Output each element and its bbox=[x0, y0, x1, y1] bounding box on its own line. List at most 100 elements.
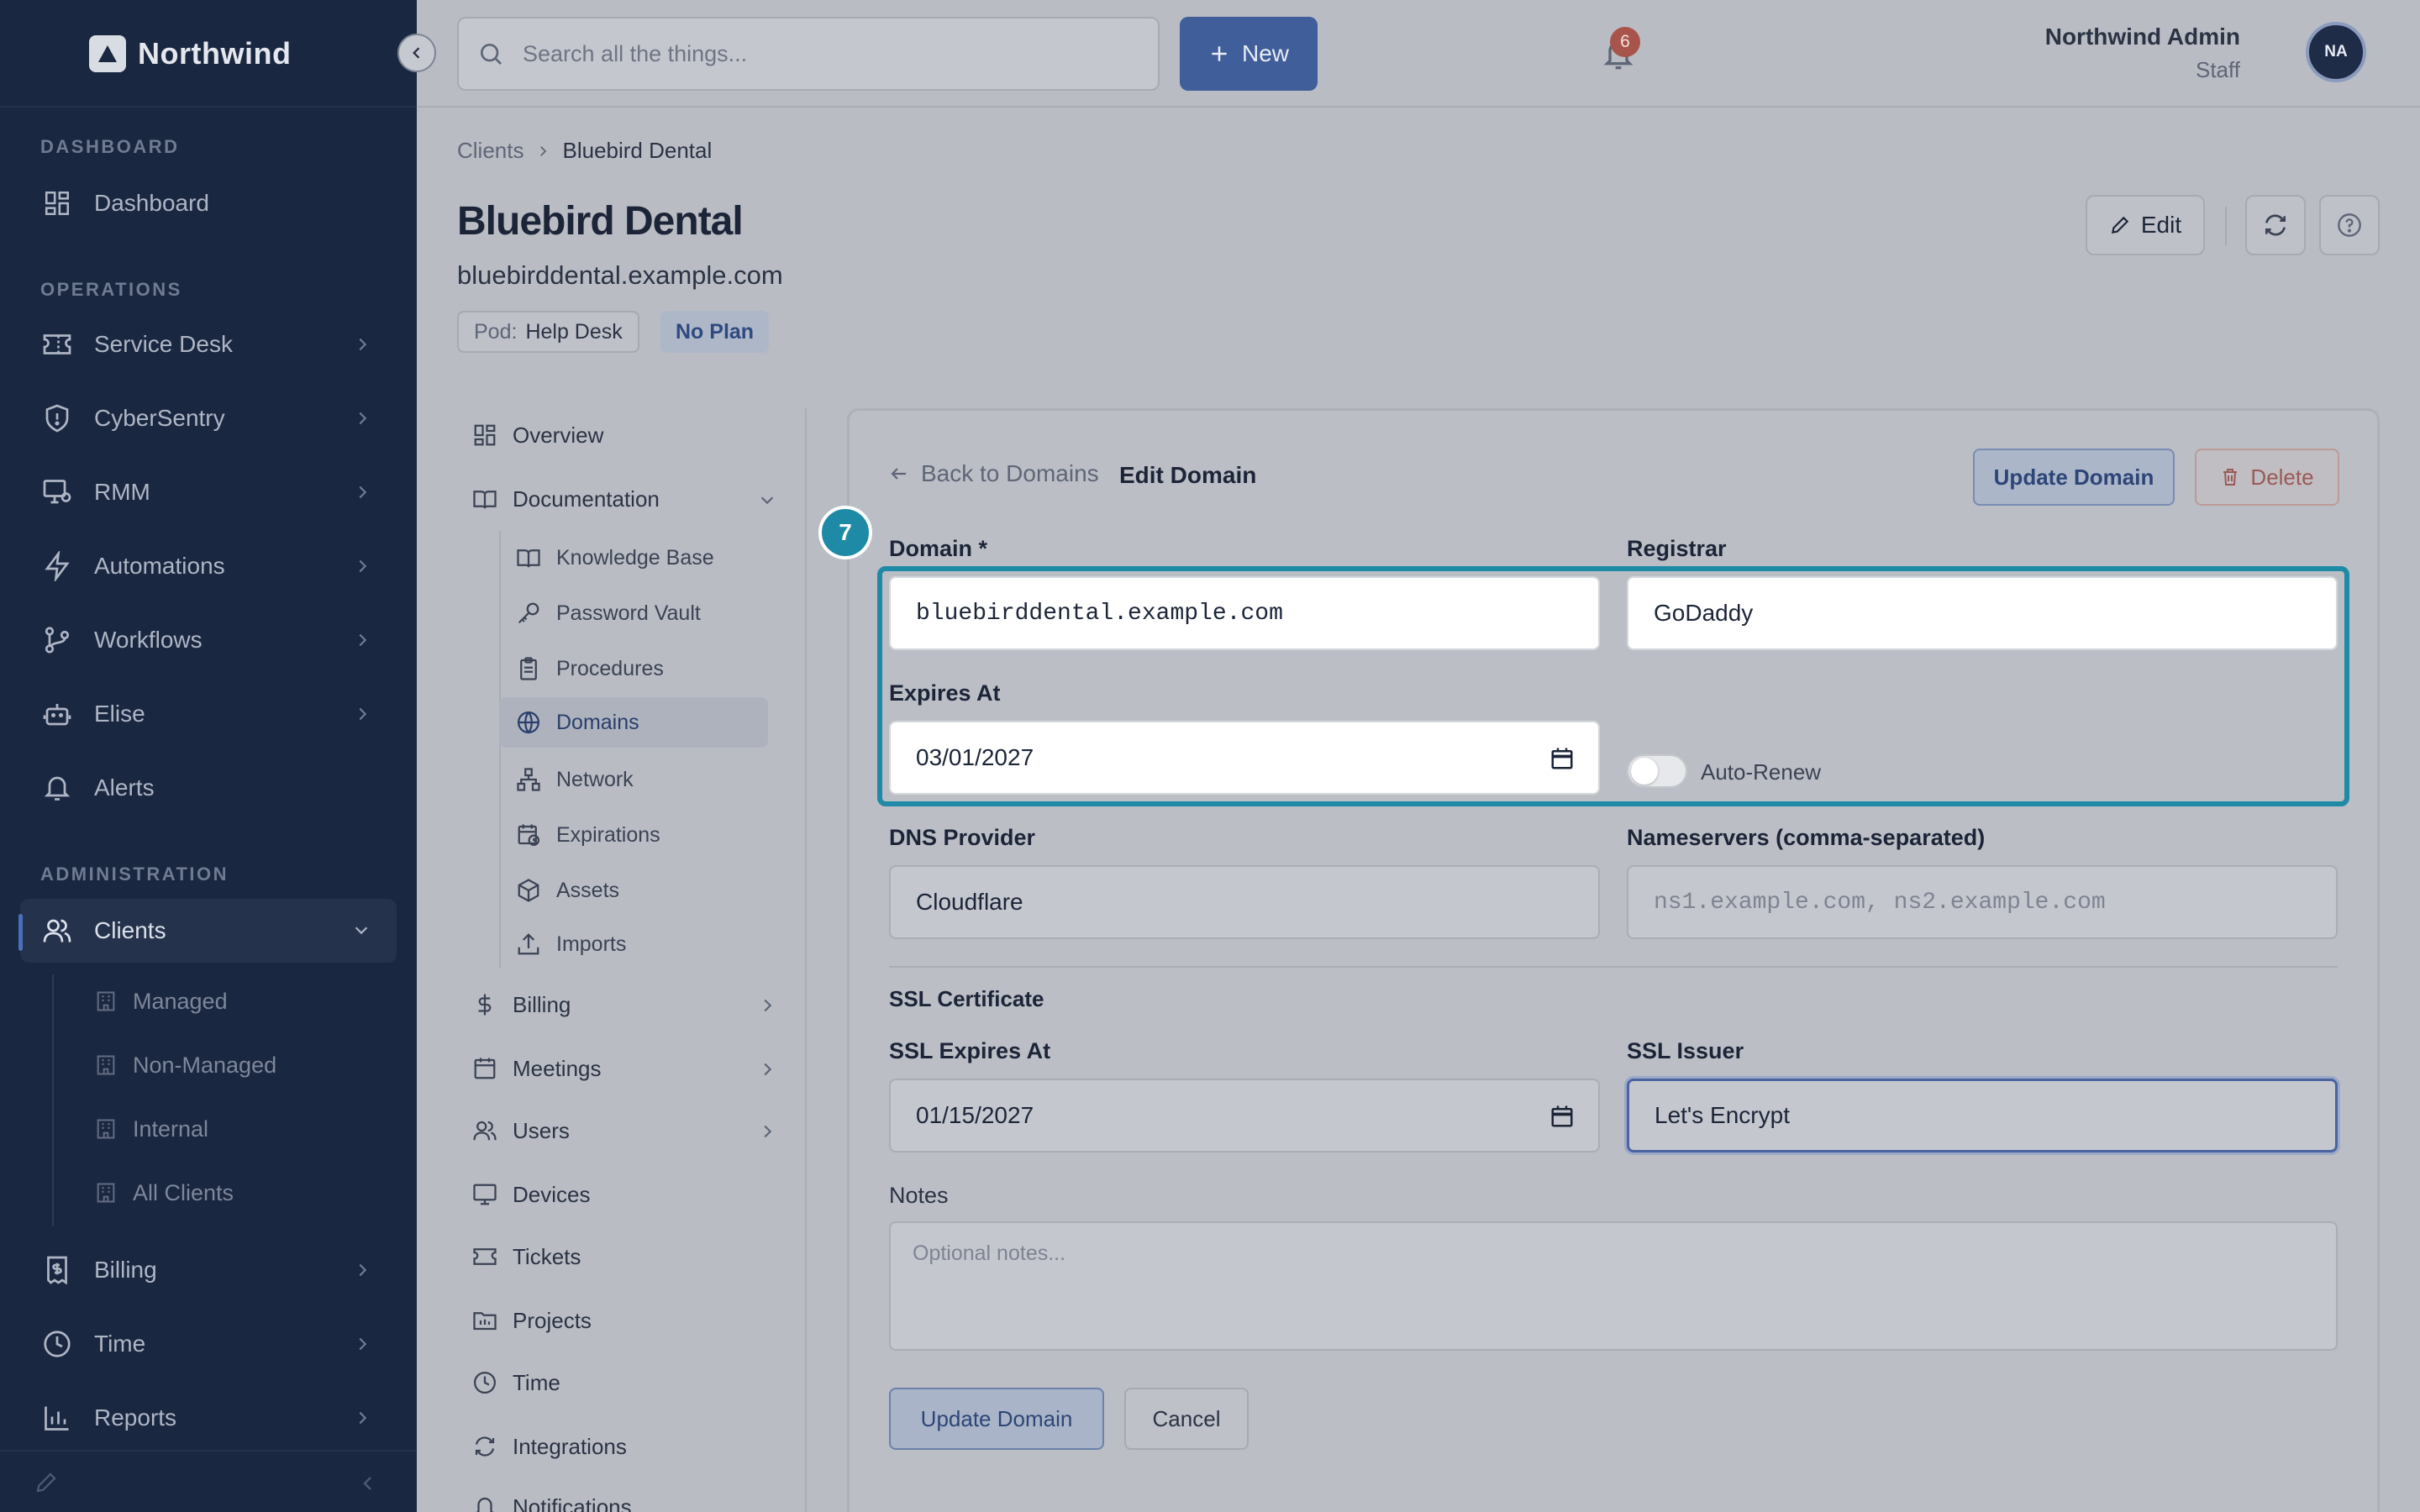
subnav-label: Procedures bbox=[556, 656, 664, 680]
pod-badge: Pod: Help Desk bbox=[457, 311, 639, 353]
update-domain-button[interactable]: Update Domain bbox=[889, 1388, 1104, 1450]
subnav-knowledge-base[interactable]: Knowledge Base bbox=[516, 533, 714, 583]
calendar-icon[interactable] bbox=[1549, 1104, 1575, 1129]
subnav-domains[interactable]: Domains bbox=[499, 697, 768, 748]
subnav-imports[interactable]: Imports bbox=[516, 919, 626, 969]
subnav-time[interactable]: Time bbox=[472, 1357, 560, 1408]
sidebar-item-elise[interactable]: Elise bbox=[20, 682, 397, 746]
sidebar-item-dashboard[interactable]: Dashboard bbox=[20, 171, 397, 235]
subnav-password-vault[interactable]: Password Vault bbox=[516, 588, 701, 638]
sidebar-item-service-desk[interactable]: Service Desk bbox=[20, 312, 397, 376]
delete-button[interactable]: Delete bbox=[2195, 449, 2339, 506]
subnav-devices[interactable]: Devices bbox=[472, 1169, 590, 1220]
help-button[interactable] bbox=[2319, 195, 2380, 255]
user-name[interactable]: Northwind Admin bbox=[2045, 24, 2240, 50]
update-domain-button-top[interactable]: Update Domain bbox=[1973, 449, 2175, 506]
delete-button-label: Delete bbox=[2250, 464, 2314, 490]
ssl-expires-date-input[interactable]: 01/15/2027 bbox=[889, 1079, 1600, 1152]
client-website: bluebirddental.example.com bbox=[457, 260, 783, 290]
subnav-integrations[interactable]: Integrations bbox=[472, 1421, 627, 1472]
sidebar-item-time[interactable]: Time bbox=[20, 1312, 397, 1376]
sidebar-item-label: Workflows bbox=[94, 627, 203, 653]
notes-textarea[interactable]: Optional notes... bbox=[889, 1221, 2338, 1351]
new-button[interactable]: New bbox=[1180, 17, 1318, 91]
brand[interactable]: Northwind bbox=[89, 34, 291, 74]
dns-provider-input[interactable]: Cloudflare bbox=[889, 865, 1600, 939]
subnav-label: Password Vault bbox=[556, 601, 701, 625]
sidebar-item-label: CyberSentry bbox=[94, 405, 225, 431]
collapse-sidebar-icon[interactable] bbox=[358, 1473, 378, 1494]
upload-icon bbox=[516, 932, 541, 957]
user-role: Staff bbox=[2195, 57, 2240, 82]
ssl-issuer-input[interactable]: Let's Encrypt bbox=[1627, 1079, 2338, 1152]
subnav-assets[interactable]: Assets bbox=[516, 865, 619, 916]
monitor-icon bbox=[472, 1182, 497, 1207]
pod-badge-value: Help Desk bbox=[525, 319, 623, 344]
sidebar-subitem-label: Managed bbox=[133, 988, 228, 1014]
sidebar: Northwind DASHBOARD Dashboard OPERATIONS… bbox=[0, 0, 417, 1512]
search-box[interactable] bbox=[457, 17, 1160, 91]
subnav-tickets[interactable]: Tickets bbox=[472, 1231, 581, 1282]
sidebar-divider bbox=[0, 106, 417, 108]
cancel-button[interactable]: Cancel bbox=[1124, 1388, 1249, 1450]
sidebar-item-automations[interactable]: Automations bbox=[20, 534, 397, 598]
sidebar-subitem-non-managed[interactable]: Non-Managed bbox=[94, 1040, 276, 1090]
sidebar-item-label: Billing bbox=[94, 1257, 157, 1283]
back-to-domains-link[interactable]: Back to Domains bbox=[889, 460, 1099, 487]
chevron-right-icon bbox=[535, 144, 550, 159]
sidebar-item-clients[interactable]: Clients bbox=[20, 899, 397, 963]
invoice-icon bbox=[40, 1253, 74, 1287]
bell-icon bbox=[472, 1494, 497, 1512]
avatar[interactable]: NA bbox=[2306, 22, 2366, 82]
sidebar-toggle-button[interactable] bbox=[397, 34, 436, 72]
breadcrumb: Clients Bluebird Dental bbox=[457, 138, 712, 164]
subnav-network[interactable]: Network bbox=[516, 754, 634, 805]
sidebar-item-rmm[interactable]: RMM bbox=[20, 460, 397, 524]
search-input[interactable] bbox=[523, 40, 1111, 67]
sidebar-subitem-label: Internal bbox=[133, 1116, 209, 1142]
trash-icon bbox=[2220, 467, 2240, 487]
sidebar-subitem-all-clients[interactable]: All Clients bbox=[94, 1168, 234, 1218]
subnav-procedures[interactable]: Procedures bbox=[516, 643, 664, 694]
sidebar-item-billing[interactable]: Billing bbox=[20, 1238, 397, 1302]
plus-icon bbox=[1208, 43, 1230, 65]
book-icon bbox=[516, 545, 541, 570]
subnav-documentation[interactable]: Documentation bbox=[472, 474, 774, 524]
subnav-label: Assets bbox=[556, 878, 620, 902]
bot-icon bbox=[40, 697, 74, 731]
refresh-button[interactable] bbox=[2245, 195, 2306, 255]
edit-client-button[interactable]: Edit bbox=[2086, 195, 2205, 255]
refresh-icon bbox=[2262, 212, 2289, 239]
sidebar-item-label: Dashboard bbox=[94, 190, 209, 216]
registrar-label: Registrar bbox=[1627, 536, 1727, 561]
chevron-right-icon bbox=[353, 1408, 371, 1428]
breadcrumb-link-clients[interactable]: Clients bbox=[457, 138, 523, 164]
sidebar-item-alerts[interactable]: Alerts bbox=[20, 756, 397, 820]
pencil-icon[interactable] bbox=[34, 1470, 59, 1495]
sidebar-subitem-managed[interactable]: Managed bbox=[94, 976, 228, 1026]
bell-icon bbox=[40, 771, 74, 805]
subnav-billing[interactable]: Billing bbox=[472, 979, 772, 1030]
sidebar-item-label: Service Desk bbox=[94, 331, 233, 357]
subnav-notifications[interactable]: Notifications bbox=[472, 1482, 632, 1512]
sidebar-item-reports[interactable]: Reports bbox=[20, 1386, 397, 1450]
subnav-users[interactable]: Users bbox=[472, 1105, 772, 1156]
subnav-meetings[interactable]: Meetings bbox=[472, 1043, 772, 1094]
sidebar-subitem-internal[interactable]: Internal bbox=[94, 1104, 208, 1154]
subnav-overview[interactable]: Overview bbox=[472, 410, 603, 460]
subnav-projects[interactable]: Projects bbox=[472, 1295, 592, 1346]
chevron-down-icon bbox=[351, 921, 371, 939]
sidebar-item-cybersentry[interactable]: CyberSentry bbox=[20, 386, 397, 450]
topbar: New bbox=[417, 0, 2420, 108]
sidebar-footer bbox=[0, 1450, 417, 1512]
shield-icon bbox=[40, 402, 74, 435]
users-icon bbox=[472, 1118, 497, 1143]
sidebar-item-workflows[interactable]: Workflows bbox=[20, 608, 397, 672]
domain-label: Domain * bbox=[889, 536, 988, 561]
highlight-box bbox=[877, 566, 2349, 806]
section-dashboard: DASHBOARD bbox=[40, 136, 180, 157]
nameservers-input[interactable]: ns1.example.com, ns2.example.com bbox=[1627, 865, 2338, 939]
subnav-expirations[interactable]: Expirations bbox=[516, 810, 660, 860]
subnav-label: Tickets bbox=[513, 1243, 581, 1269]
chevron-right-icon bbox=[353, 408, 371, 428]
